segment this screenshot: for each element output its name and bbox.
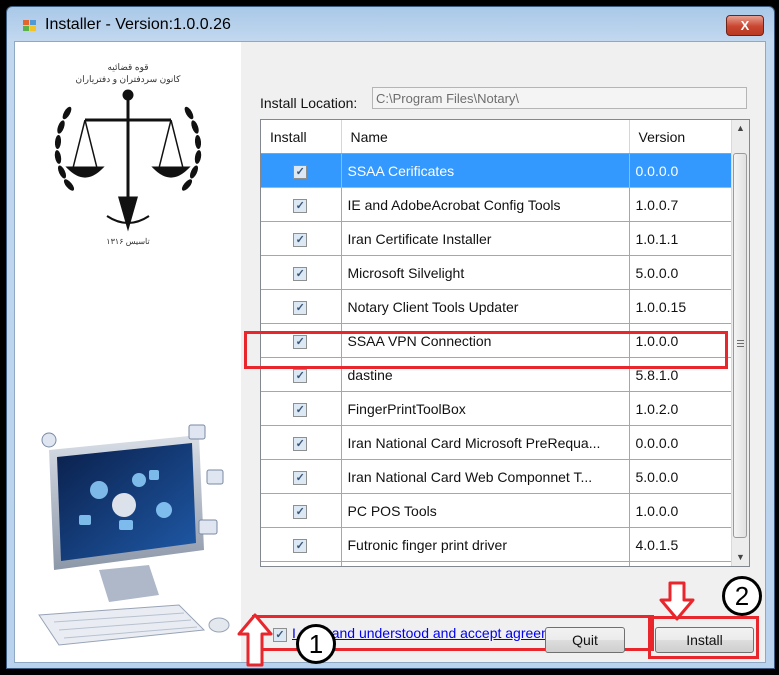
emblem-text-top: قوه قضائیه [107, 62, 148, 73]
table-row[interactable]: ✓ Microsoft Silvelight 5.0.0.0 [261, 255, 733, 290]
table-row[interactable]: ✓Suprema finger print driver3.7.5.1935 [261, 561, 733, 566]
install-location-label: Install Location: [260, 95, 358, 111]
install-location-field[interactable]: C:\Program Files\Notary\ [372, 87, 747, 109]
version-cell: 1.0.1.1 [629, 221, 733, 256]
name-cell: PC POS Tools [341, 493, 630, 528]
name-cell: Suprema finger print driver [341, 561, 630, 566]
arrow-down-icon [659, 581, 695, 621]
table-row[interactable]: ✓ PC POS Tools 1.0.0.0 [261, 493, 733, 528]
version-cell: 0.0.0.0 [629, 153, 733, 188]
version-cell: 1.0.0.15 [629, 289, 733, 324]
table-row[interactable]: ✓ Futronic finger print driver 4.0.1.5 [261, 527, 733, 562]
checkbox-icon[interactable]: ✓ [293, 403, 308, 417]
install-cell[interactable]: ✓ [261, 153, 342, 188]
checkbox-icon[interactable]: ✓ [293, 301, 308, 315]
column-header-version[interactable]: Version [629, 120, 733, 154]
checkbox-icon[interactable]: ✓ [293, 539, 308, 553]
install-cell[interactable]: ✓ [261, 561, 342, 566]
grid-scrollbar[interactable]: ▲ ▼ [731, 120, 749, 566]
scroll-up-icon[interactable]: ▲ [732, 120, 749, 137]
name-cell: Futronic finger print driver [341, 527, 630, 562]
version-cell: 0.0.0.0 [629, 425, 733, 460]
notary-emblem-logo: قوه قضائیه کانون سردفتران و دفتریاران تا… [54, 62, 202, 246]
column-header-name[interactable]: Name [341, 120, 630, 154]
version-cell: 5.0.0.0 [629, 255, 733, 290]
table-row[interactable]: ✓ Notary Client Tools Updater 1.0.0.15 [261, 289, 733, 324]
callout-number-1: 1 [296, 624, 336, 664]
version-cell: 1.0.0.0 [629, 493, 733, 528]
version-cell: 5.0.0.0 [629, 459, 733, 494]
install-cell[interactable]: ✓ [261, 527, 342, 562]
checkbox-icon[interactable]: ✓ [293, 471, 308, 485]
window-title: Installer - Version:1.0.0.26 [45, 16, 231, 33]
close-icon: X [740, 18, 750, 33]
install-cell[interactable]: ✓ [261, 187, 342, 222]
name-cell: IE and AdobeAcrobat Config Tools [341, 187, 630, 222]
column-header-install[interactable]: Install [261, 120, 342, 154]
arrow-up-icon [237, 613, 273, 667]
version-cell: 4.0.1.5 [629, 527, 733, 562]
table-row[interactable]: ✓ SSAA Cerificates 0.0.0.0 [261, 153, 733, 188]
version-cell: 1.0.0.7 [629, 187, 733, 222]
left-panel: قوه قضائیه کانون سردفتران و دفتریاران تا… [15, 42, 241, 662]
checkbox-icon[interactable]: ✓ [293, 233, 308, 247]
computer-illustration [38, 424, 230, 646]
scroll-down-icon[interactable]: ▼ [732, 549, 749, 566]
install-cell[interactable]: ✓ [261, 289, 342, 324]
name-cell: SSAA Cerificates [341, 153, 630, 188]
close-button[interactable]: X [726, 15, 764, 36]
name-cell: Notary Client Tools Updater [341, 289, 630, 324]
emblem-text-org: کانون سردفتران و دفتریاران [76, 74, 182, 85]
table-row[interactable]: ✓ FingerPrintToolBox 1.0.2.0 [261, 391, 733, 426]
install-annotation-box [648, 616, 759, 659]
quit-button[interactable]: Quit [545, 627, 625, 653]
highlight-dastine-row [244, 331, 728, 369]
app-icon [23, 20, 39, 32]
checkbox-icon[interactable]: ✓ [293, 437, 308, 451]
install-cell[interactable]: ✓ [261, 459, 342, 494]
install-cell[interactable]: ✓ [261, 493, 342, 528]
name-cell: Iran Certificate Installer [341, 221, 630, 256]
install-cell[interactable]: ✓ [261, 425, 342, 460]
table-row[interactable]: ✓ IE and AdobeAcrobat Config Tools 1.0.0.7 [261, 187, 733, 222]
install-cell[interactable]: ✓ [261, 391, 342, 426]
table-row[interactable]: ✓ Iran National Card Web Componnet T... 5.… [261, 459, 733, 494]
name-cell: FingerPrintToolBox [341, 391, 630, 426]
scrollbar-thumb[interactable] [733, 153, 747, 538]
callout-number-2: 2 [722, 576, 762, 616]
checkbox-icon[interactable]: ✓ [293, 165, 308, 179]
checkbox-icon[interactable]: ✓ [293, 369, 308, 383]
checkbox-icon[interactable]: ✓ [293, 267, 308, 281]
name-cell: Microsoft Silvelight [341, 255, 630, 290]
agreement-checkbox[interactable]: ✓ [273, 628, 287, 642]
checkbox-icon[interactable]: ✓ [293, 505, 308, 519]
version-cell: 3.7.5.1935 [629, 561, 733, 566]
title-bar[interactable]: Installer - Version:1.0.0.26 X [7, 7, 774, 41]
install-cell[interactable]: ✓ [261, 221, 342, 256]
table-row[interactable]: ✓ Iran National Card Microsoft PreRequa..… [261, 425, 733, 460]
checkbox-icon[interactable]: ✓ [293, 199, 308, 213]
name-cell: Iran National Card Web Componnet T... [341, 459, 630, 494]
grid-header-row: Install Name Version [261, 120, 733, 154]
name-cell: Iran National Card Microsoft PreRequa... [341, 425, 630, 460]
emblem-text-bottom: تاسیس ۱۳۱۶ [106, 237, 149, 246]
install-cell[interactable]: ✓ [261, 255, 342, 290]
table-row[interactable]: ✓ Iran Certificate Installer 1.0.1.1 [261, 221, 733, 256]
version-cell: 1.0.2.0 [629, 391, 733, 426]
